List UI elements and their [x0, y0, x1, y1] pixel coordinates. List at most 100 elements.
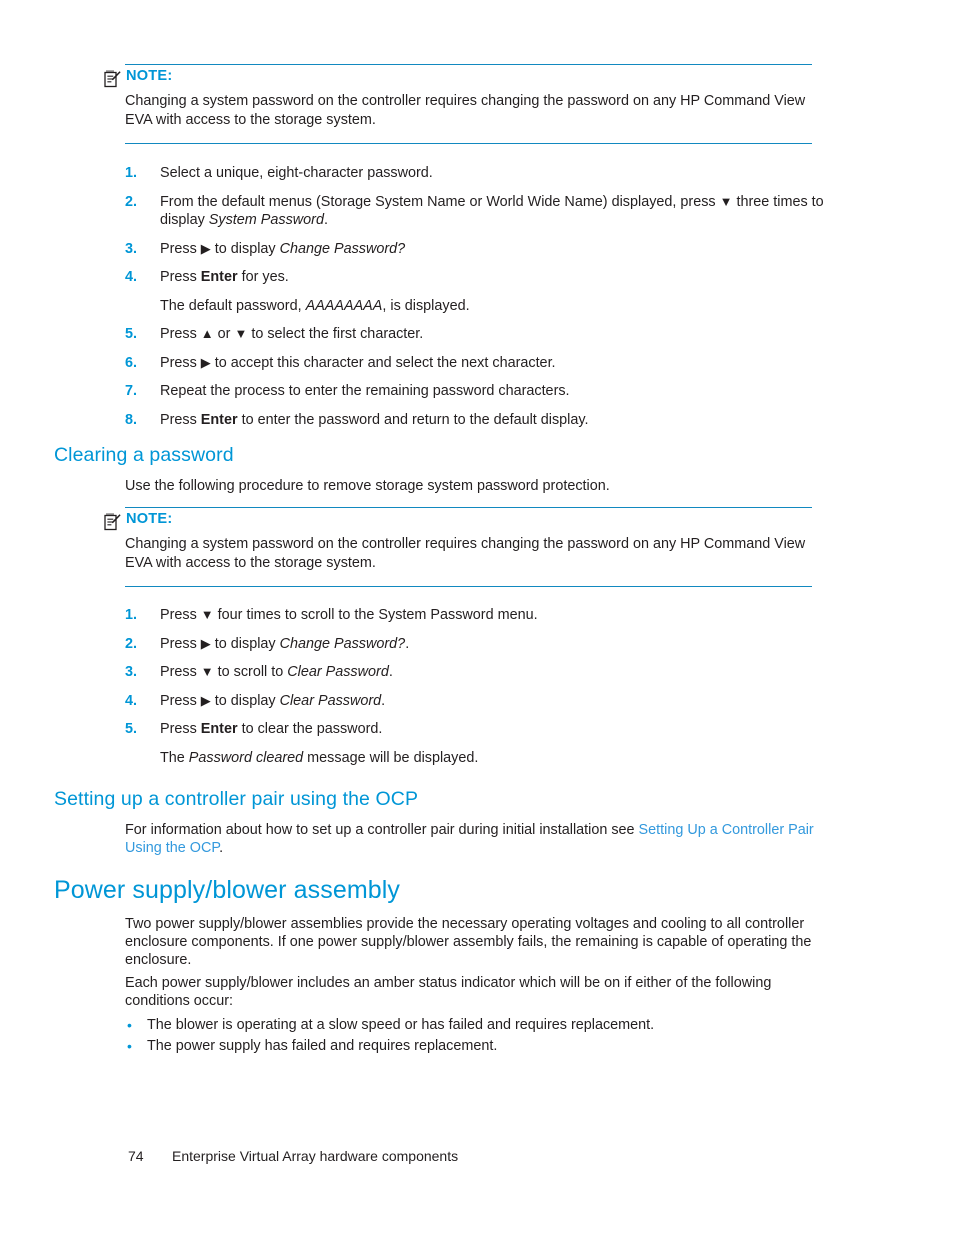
list-item-number: 2. [125, 635, 138, 652]
emphasis-run: Clear Password [287, 664, 389, 680]
list-item-text: Press ▼ four times to scroll to the Syst… [160, 607, 538, 623]
note-callout-1: NOTE: Changing a system password on the … [104, 64, 812, 144]
note-top-divider [125, 64, 812, 65]
list-item-text: From the default menus (Storage System N… [160, 194, 824, 229]
text-run: Repeat the process to enter the remainin… [160, 383, 570, 399]
list-item-number: 4. [125, 692, 138, 709]
list-item: • The power supply has failed and require… [125, 1036, 825, 1057]
list-item-text: Repeat the process to enter the remainin… [160, 383, 570, 399]
power-conditions-list: • The blower is operating at a slow speed… [125, 1015, 825, 1057]
list-item: 2. Press ▶ to display Change Password?. [125, 635, 825, 654]
note-body: Changing a system password on the contro… [125, 93, 806, 128]
list-item: 3. Press ▶ to display Change Password? [125, 240, 825, 259]
text-run: to display [210, 692, 280, 709]
list-item-number: 4. [125, 269, 138, 285]
text-run: Press [160, 354, 201, 371]
bullet-marker-icon: • [127, 1017, 132, 1033]
list-item-text: Press Enter to clear the password. [160, 721, 382, 737]
note-bottom-divider [125, 586, 812, 587]
text-run: Press [160, 692, 201, 709]
emphasis-run: Change Password? [279, 240, 406, 257]
list-item: 8. Press Enter to enter the password and … [125, 411, 825, 430]
text-run: , is displayed. [382, 297, 470, 314]
list-item-number: 3. [125, 240, 138, 257]
note-pencil-icon [104, 512, 121, 531]
list-item-subparagraph: The default password, AAAAAAAA, is displ… [160, 297, 825, 316]
emphasis-run: System Password [208, 212, 324, 228]
list-item-text: Press ▶ to accept this character and sel… [160, 355, 556, 371]
right-arrow-glyph: ▶ [200, 635, 211, 651]
power-paragraph-2: Each power supply/blower includes an amb… [125, 975, 772, 1009]
text-run: Press [160, 721, 201, 737]
text-run: . [381, 692, 386, 709]
right-arrow-glyph: ▶ [200, 240, 211, 256]
text-run: The default password, [160, 297, 306, 314]
list-item: 3. Press ▼ to scroll to Clear Password. [125, 663, 825, 682]
text-run: to display [210, 635, 280, 652]
text-run: Press [160, 326, 201, 342]
text-run: . [405, 635, 410, 652]
text-run: . [388, 664, 393, 680]
down-arrow-glyph: ▼ [719, 193, 733, 209]
list-item: 2. From the default menus (Storage System… [125, 193, 825, 230]
text-run: . [323, 212, 328, 228]
list-item: 1. Press ▼ four times to scroll to the Sy… [125, 606, 825, 625]
down-arrow-glyph: ▼ [234, 326, 248, 341]
list-item: • The blower is operating at a slow speed… [125, 1015, 825, 1036]
text-run: four times to scroll to the System Passw… [213, 607, 538, 623]
emphasis-run: Password cleared [188, 749, 304, 766]
note-top-divider [125, 507, 812, 508]
list-item-subparagraph: The Password cleared message will be dis… [160, 749, 825, 768]
list-item-text: Press ▶ to display Change Password?. [160, 636, 409, 652]
list-item-text: The power supply has failed and requires… [147, 1038, 498, 1054]
text-run: Press [160, 269, 201, 285]
heading-setting-up-controller-pair: Setting up a controller pair using the O… [54, 788, 419, 810]
list-item-number: 3. [125, 664, 138, 680]
text-run: Press [160, 664, 201, 680]
list-item-text: Press Enter to enter the password and re… [160, 412, 589, 428]
ocp-text-suffix: . [219, 840, 224, 856]
bullet-marker-icon: • [127, 1038, 132, 1054]
text-run: From the default menus (Storage System N… [160, 193, 720, 210]
list-item-number: 8. [125, 411, 138, 428]
list-item-number: 2. [125, 193, 138, 210]
list-item-text: Press ▶ to display Change Password? [160, 241, 405, 257]
list-item-text: Press ▶ to display Clear Password. [160, 693, 385, 709]
text-run: to select the first character. [247, 326, 424, 342]
text-run: Select a unique, eight-character passwor… [160, 165, 433, 181]
key-label-enter: Enter [200, 269, 238, 285]
text-run: The [160, 749, 189, 766]
steps-clearing-password: 1. Press ▼ four times to scroll to the Sy… [125, 606, 825, 767]
list-item-number: 6. [125, 354, 138, 371]
list-item-number: 5. [125, 326, 138, 342]
text-run: for yes. [237, 269, 289, 285]
ocp-text-prefix: For information about how to set up a co… [125, 822, 639, 838]
list-item-text: Press ▼ to scroll to Clear Password. [160, 664, 393, 680]
list-item: 5. Press ▲ or ▼ to select the first chara… [125, 325, 825, 344]
list-item-number: 1. [125, 165, 138, 181]
emphasis-run: Change Password? [279, 635, 406, 652]
text-run: Press [160, 635, 201, 652]
down-arrow-glyph: ▼ [200, 664, 214, 679]
emphasis-run: Clear Password [279, 692, 382, 709]
power-paragraph-1: Two power supply/blower assemblies provi… [125, 916, 812, 968]
text-run: message will be displayed. [303, 749, 479, 766]
right-arrow-glyph: ▶ [200, 354, 211, 370]
note-callout-2: NOTE: Changing a system password on the … [104, 507, 812, 587]
text-run: to clear the password. [237, 721, 383, 737]
steps-changing-password: 1. Select a unique, eight-character passw… [125, 164, 825, 429]
list-item: 1. Select a unique, eight-character passw… [125, 164, 825, 183]
note-bottom-divider [125, 143, 812, 144]
list-item-number: 7. [125, 383, 138, 399]
footer-page-number: 74 [128, 1148, 144, 1164]
clearing-intro-paragraph: Use the following procedure to remove st… [125, 478, 610, 494]
list-item-text: The blower is operating at a slow speed … [147, 1017, 655, 1033]
text-run: to accept this character and select the … [210, 354, 556, 371]
text-run: Press [160, 607, 201, 623]
heading-power-supply-blower-assembly: Power supply/blower assembly [54, 876, 401, 904]
note-title: NOTE: [126, 511, 173, 527]
list-item: 4. Press Enter for yes. The default passwo… [125, 268, 825, 315]
text-run: to scroll to [213, 664, 288, 680]
list-item: 6. Press ▶ to accept this character and s… [125, 354, 825, 373]
list-item-text: Select a unique, eight-character passwor… [160, 165, 433, 181]
